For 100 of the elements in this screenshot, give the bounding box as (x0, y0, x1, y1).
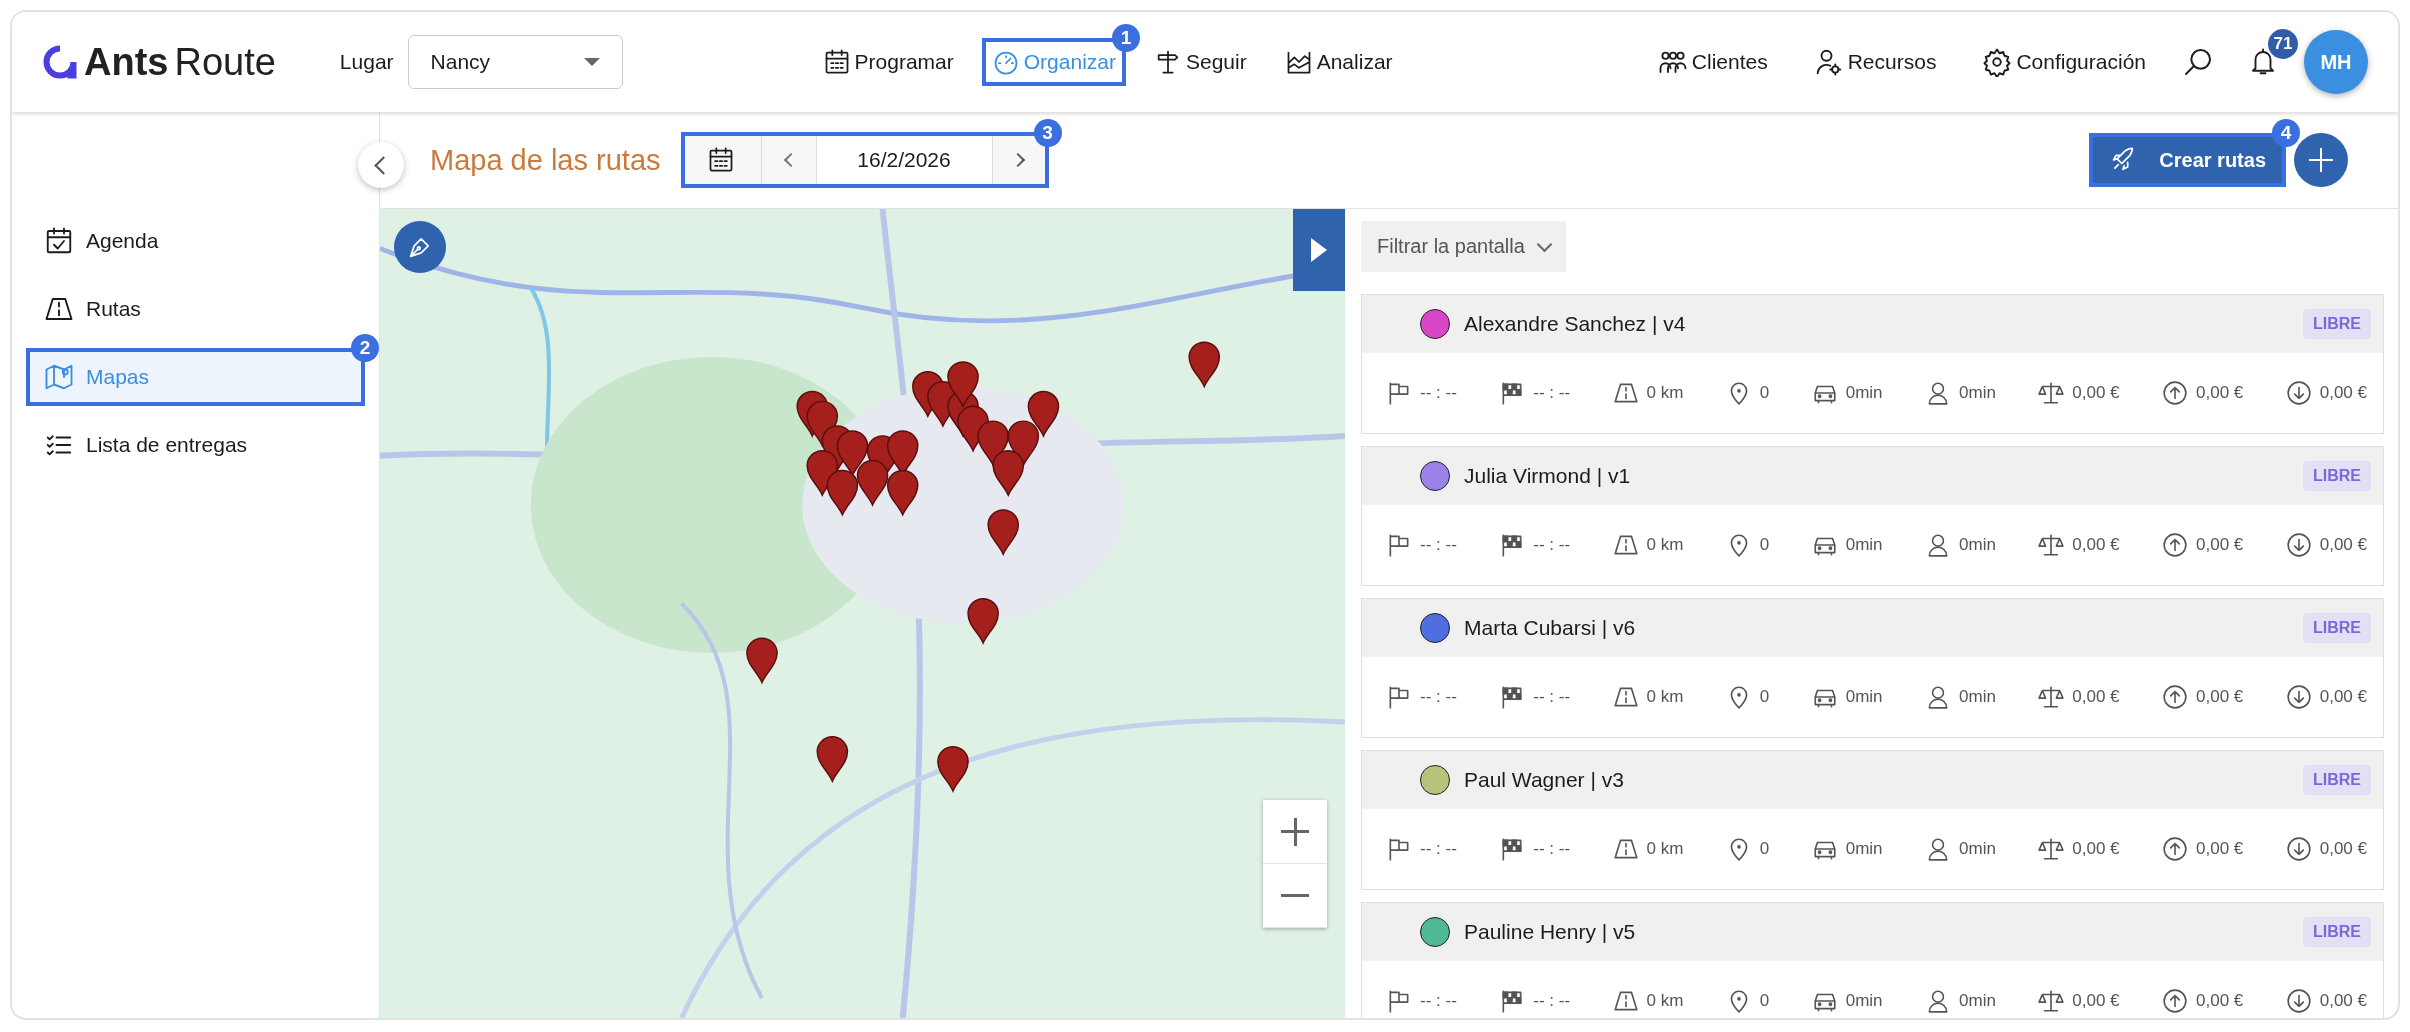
stat-value: 0,00 € (2072, 839, 2120, 859)
settings-icon (1982, 47, 2013, 77)
nav-tab[interactable]: Analizar (1274, 38, 1403, 86)
arrow-up-circle-icon (2162, 836, 2188, 862)
stat-value: -- : -- (1533, 535, 1571, 555)
stat-value: -- : -- (1420, 991, 1457, 1011)
nav-link[interactable]: Recursos (1803, 37, 1947, 87)
stat-value: 0 km (1646, 383, 1684, 403)
caret-icon (583, 58, 600, 66)
arrow-down-circle-icon (2285, 684, 2312, 710)
filter-dropdown[interactable]: Filtrar la pantalla (1361, 221, 1566, 272)
stat-value: 0,00 € (2072, 535, 2120, 555)
stat-value: 0,00 € (2319, 535, 2367, 555)
stat-value: 0,00 € (2319, 991, 2367, 1011)
notification-count: 71 (2268, 29, 2298, 59)
stat-value: 0 km (1646, 687, 1684, 707)
play-icon (1311, 238, 1327, 262)
scale-icon (2038, 988, 2065, 1014)
stat-value: 0 (1759, 839, 1770, 859)
stat-value: -- : -- (1533, 839, 1571, 859)
status-tag: LIBRE (2303, 461, 2371, 491)
scale-icon (2038, 532, 2065, 558)
step-badge: 2 (351, 334, 379, 362)
stat-value: 0,00 € (2196, 687, 2244, 707)
search-icon (2182, 46, 2214, 78)
stat-value: 0min (1845, 383, 1883, 403)
stat-value: -- : -- (1533, 383, 1571, 403)
add-button[interactable] (2294, 133, 2348, 187)
nav-tab[interactable]: Seguir (1144, 38, 1257, 86)
step-badge: 4 (2272, 119, 2300, 147)
stat-value: 0,00 € (2072, 991, 2120, 1011)
scale-icon (2038, 836, 2065, 862)
collapse-sidebar-button[interactable] (358, 142, 404, 188)
stat-value: 0,00 € (2319, 687, 2367, 707)
arrow-up-circle-icon (2162, 988, 2188, 1014)
arrow-down-circle-icon (2285, 836, 2312, 862)
search-button[interactable] (2182, 46, 2214, 78)
place-label: Lugar (339, 50, 394, 74)
arrow-up-circle-icon (2162, 380, 2188, 406)
calendar-check-icon (44, 226, 74, 256)
sidebar-item[interactable]: Lista de entregas (26, 416, 365, 474)
page-title: Mapa de las rutas (430, 143, 661, 177)
stat-value: 0min (1845, 839, 1883, 859)
stat-value: 0min (1959, 383, 1996, 403)
stat-value: 0,00 € (2072, 687, 2120, 707)
arrow-up-circle-icon (2162, 684, 2188, 710)
stat-value: 0,00 € (2196, 839, 2244, 859)
status-tag: LIBRE (2303, 309, 2371, 339)
driver-name: Paul Wagner | v3 (1464, 768, 1625, 792)
stat-value: 0 (1759, 535, 1770, 555)
stat-value: 0,00 € (2196, 991, 2244, 1011)
stat-value: 0min (1845, 991, 1883, 1011)
stat-value: 0min (1959, 535, 1996, 555)
stat-value: 0,00 € (2072, 383, 2120, 403)
stat-value: -- : -- (1533, 687, 1571, 707)
stat-value: 0 (1759, 991, 1770, 1011)
arrow-down-circle-icon (2285, 380, 2312, 406)
place-select[interactable]: Nancy (407, 35, 623, 89)
stat-value: -- : -- (1420, 535, 1457, 555)
stat-value: 0min (1845, 535, 1883, 555)
scale-icon (2038, 380, 2065, 406)
scale-icon (2038, 684, 2065, 710)
stat-value: 0,00 € (2319, 383, 2367, 403)
arrow-down-circle-icon (2285, 988, 2312, 1014)
stat-value: -- : -- (1420, 839, 1457, 859)
minus-icon (1281, 894, 1309, 897)
nav-link[interactable]: Configuración (1972, 37, 2156, 87)
nav-link[interactable]: Clientes (1647, 37, 1778, 87)
stat-value: 0min (1959, 687, 1996, 707)
stat-value: 0min (1959, 991, 1996, 1011)
stat-value: -- : -- (1533, 991, 1571, 1011)
driver-name: Pauline Henry | v5 (1464, 920, 1637, 944)
antsroute-logo[interactable]: Ants Route (42, 40, 276, 84)
calendar-icon (707, 146, 735, 174)
stat-value: 0 (1759, 687, 1770, 707)
status-tag: LIBRE (2303, 613, 2371, 643)
stat-value: 0min (1845, 687, 1883, 707)
map-pin-icon (44, 362, 74, 392)
status-tag: LIBRE (2303, 917, 2371, 947)
stat-value: 0 km (1646, 839, 1684, 859)
stat-value: -- : -- (1420, 383, 1457, 403)
expand-panel-button[interactable] (1293, 209, 1345, 291)
stat-value: 0,00 € (2196, 535, 2244, 555)
driver-name: Marta Cubarsi | v6 (1464, 616, 1637, 640)
stat-value: 0 km (1646, 535, 1684, 555)
stat-value: -- : -- (1420, 687, 1457, 707)
stat-value: 0min (1959, 839, 1996, 859)
driver-name: Alexandre Sanchez | v4 (1464, 312, 1687, 336)
stat-value: 0 (1759, 383, 1770, 403)
previous-day-button[interactable] (761, 133, 817, 187)
stat-value: 0 km (1646, 991, 1684, 1011)
driver-name: Julia Virmond | v1 (1464, 464, 1632, 488)
step-badge: 3 (1033, 119, 1062, 147)
arrow-down-circle-icon (2285, 532, 2312, 558)
stat-value: 0,00 € (2319, 839, 2367, 859)
stat-value: 0,00 € (2196, 383, 2244, 403)
nav-tab[interactable]: Programar (812, 38, 964, 86)
step-badge: 1 (1112, 24, 1140, 52)
sidebar-item[interactable]: Agenda (26, 212, 365, 270)
arrow-up-circle-icon (2162, 532, 2188, 558)
